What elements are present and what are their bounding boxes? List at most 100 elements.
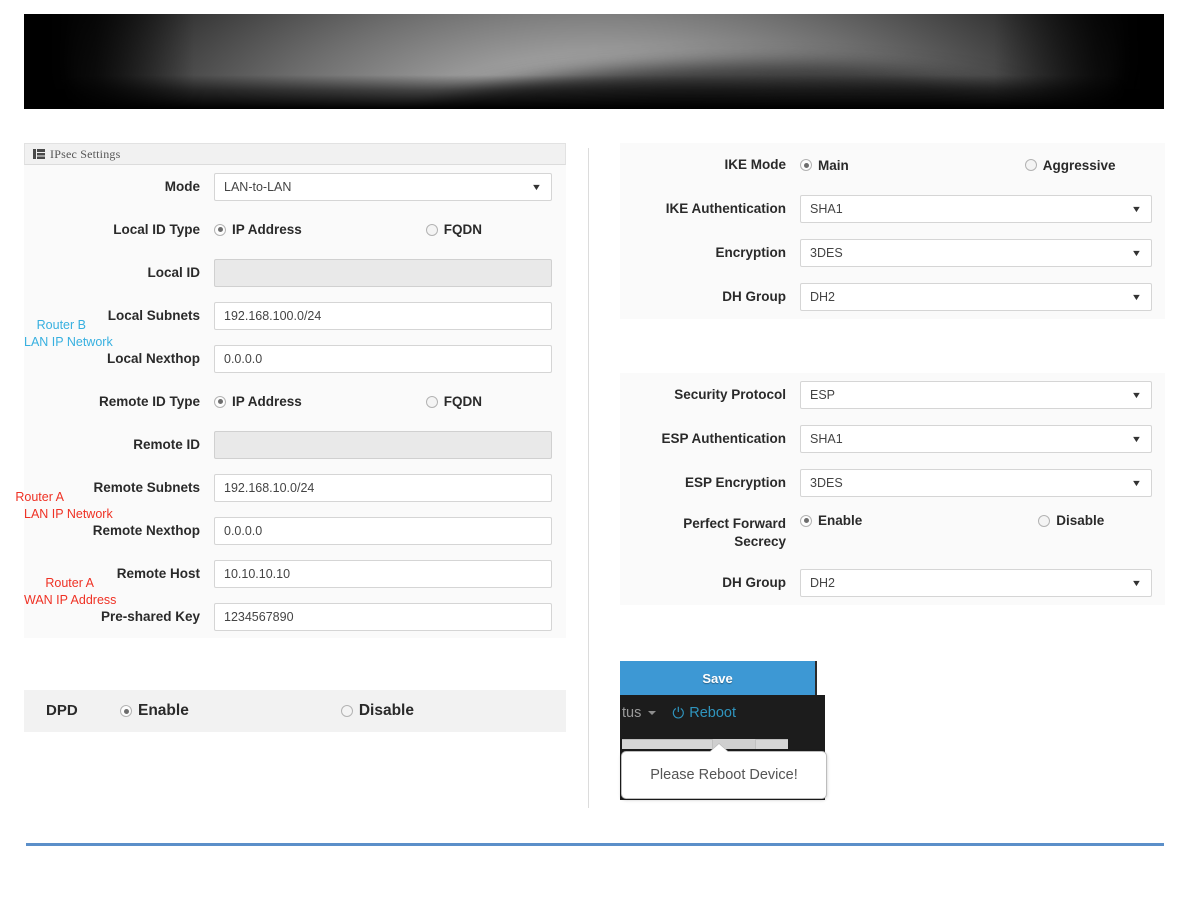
- label-esp-encryption-wrap: ESP Encryption: [620, 474, 800, 492]
- row-mode: Mode LAN-to-LAN ▼: [24, 165, 566, 208]
- card-title: IPsec Settings: [50, 146, 121, 161]
- label-mode: Mode: [164, 178, 200, 194]
- ike-section: IKE Mode Main Aggressive IKE Authenticat…: [620, 143, 1165, 319]
- label-remote-subnets: Remote Subnets: [93, 479, 200, 495]
- field-local-id: [214, 258, 566, 287]
- field-dpd: Enable Disable: [120, 702, 566, 720]
- radio-local-id-type-ip[interactable]: IP Address: [214, 222, 302, 237]
- reboot-link[interactable]: Reboot: [689, 705, 736, 721]
- power-icon: ⏻: [672, 704, 685, 722]
- remote-nexthop-input[interactable]: [214, 516, 552, 545]
- radio-remote-id-type-ip[interactable]: IP Address: [214, 394, 302, 409]
- local-id-input[interactable]: [214, 258, 552, 287]
- field-local-id-type: IP Address FQDN: [214, 222, 566, 237]
- label-local-subnets-wrap: Router B LAN IP Network Local Subnets: [24, 307, 214, 349]
- local-subnets-input[interactable]: [214, 301, 552, 330]
- psk-input[interactable]: [214, 602, 552, 631]
- row-pfs: Perfect Forward Secrecy Enable Disable: [620, 505, 1165, 561]
- field-esp-encryption: 3DES ▼: [800, 469, 1165, 497]
- label-remote-id-type: Remote ID Type: [98, 393, 200, 409]
- label-security-protocol: Security Protocol: [674, 387, 786, 402]
- chevron-down-icon: ▼: [1130, 390, 1143, 400]
- navbar-row: tus ⏻ Reboot: [620, 697, 736, 729]
- field-pfs: Enable Disable: [800, 513, 1165, 528]
- ike-auth-select[interactable]: SHA1 ▼: [800, 195, 1152, 223]
- field-ike-auth: SHA1 ▼: [800, 195, 1165, 223]
- radio-remote-id-type-fqdn[interactable]: FQDN: [425, 394, 483, 409]
- field-security-protocol: ESP ▼: [800, 381, 1165, 409]
- row-esp-auth: ESP Authentication SHA1 ▼: [620, 417, 1165, 461]
- radio-ike-mode-main[interactable]: Main: [800, 158, 849, 173]
- label-encryption-wrap: Encryption: [620, 244, 800, 262]
- radio-dot-icon: [800, 514, 812, 527]
- save-button[interactable]: Save: [620, 661, 817, 695]
- dh-group-ike-value: DH2: [810, 290, 836, 304]
- status-menu-label[interactable]: tus: [622, 705, 641, 721]
- label-ike-auth: IKE Authentication: [665, 201, 786, 216]
- remote-host-input[interactable]: [214, 559, 552, 588]
- security-protocol-select[interactable]: ESP ▼: [800, 381, 1152, 409]
- chevron-down-icon: ▼: [1130, 292, 1143, 302]
- chevron-down-icon: [648, 711, 657, 715]
- field-remote-id: [214, 430, 566, 459]
- note-remote-host-router: Router A: [45, 575, 94, 590]
- label-remote-nexthop: Remote Nexthop: [92, 522, 200, 538]
- row-local-id-type: Local ID Type IP Address FQDN: [24, 208, 566, 251]
- row-dpd: DPD Enable Disable: [24, 690, 566, 732]
- local-nexthop-input[interactable]: [214, 344, 552, 373]
- field-psk: [214, 602, 566, 631]
- row-local-subnets: Router B LAN IP Network Local Subnets: [24, 294, 566, 349]
- mode-select[interactable]: LAN-to-LAN ▼: [214, 172, 552, 201]
- dh-group-pfs-select[interactable]: DH2 ▼: [800, 569, 1152, 597]
- radio-label: Main: [818, 157, 849, 173]
- mode-select-value: LAN-to-LAN: [224, 179, 292, 194]
- encryption-select[interactable]: 3DES ▼: [800, 239, 1152, 267]
- radio-label: IP Address: [232, 222, 302, 237]
- label-esp-auth: ESP Authentication: [661, 431, 786, 446]
- esp-auth-value: SHA1: [810, 432, 843, 446]
- label-pfs-line1: Perfect Forward: [683, 516, 786, 531]
- field-dh-group-pfs: DH2 ▼: [800, 569, 1165, 597]
- label-dpd-wrap: DPD: [24, 702, 120, 720]
- panel-divider: [588, 148, 589, 808]
- label-local-id-type-wrap: Local ID Type: [24, 221, 214, 239]
- radio-dpd-enable[interactable]: Enable: [120, 702, 189, 720]
- radio-ike-mode-aggressive[interactable]: Aggressive: [1024, 158, 1116, 173]
- radio-pfs-disable[interactable]: Disable: [1038, 513, 1104, 528]
- radio-pfs-enable[interactable]: Enable: [800, 513, 862, 528]
- footer-rule: [26, 843, 1164, 846]
- field-esp-auth: SHA1 ▼: [800, 425, 1165, 453]
- chevron-down-icon: ▼: [530, 181, 543, 192]
- label-security-protocol-wrap: Security Protocol: [620, 386, 800, 404]
- radio-dot-icon: [120, 705, 132, 717]
- remote-subnets-input[interactable]: [214, 473, 552, 502]
- dh-group-pfs-value: DH2: [810, 576, 836, 590]
- chevron-down-icon: ▼: [1130, 478, 1143, 488]
- radio-dot-icon: [340, 705, 353, 717]
- radio-label: FQDN: [443, 394, 483, 409]
- field-local-nexthop: [214, 344, 566, 373]
- radio-local-id-type-fqdn[interactable]: FQDN: [425, 222, 483, 237]
- label-esp-encryption: ESP Encryption: [684, 475, 786, 490]
- radio-dot-icon: [214, 395, 226, 408]
- ipsec-crypto-panel: IKE Mode Main Aggressive IKE Authenticat…: [620, 143, 1165, 605]
- label-dh-group-pfs: DH Group: [722, 575, 786, 590]
- label-dh-group-ike: DH Group: [722, 289, 786, 304]
- label-pfs-wrap: Perfect Forward Secrecy: [620, 515, 800, 551]
- row-ike-auth: IKE Authentication SHA1 ▼: [620, 187, 1165, 231]
- esp-encryption-value: 3DES: [810, 476, 843, 490]
- row-security-protocol: Security Protocol ESP ▼: [620, 373, 1165, 417]
- save-button-wrap: Save: [620, 661, 817, 695]
- radio-label: FQDN: [443, 222, 483, 237]
- dh-group-ike-select[interactable]: DH2 ▼: [800, 283, 1152, 311]
- radio-dpd-disable[interactable]: Disable: [340, 702, 414, 720]
- row-dh-group-ike: DH Group DH2 ▼: [620, 275, 1165, 319]
- label-remote-id: Remote ID: [133, 436, 200, 452]
- esp-encryption-select[interactable]: 3DES ▼: [800, 469, 1152, 497]
- remote-id-input[interactable]: [214, 430, 552, 459]
- note-remote-host-wan: WAN IP Address: [24, 592, 117, 607]
- note-remote-subnets-router: Router A: [15, 489, 64, 504]
- row-remote-subnets: Router A LAN IP Network Remote Subnets: [15, 466, 566, 521]
- esp-auth-select[interactable]: SHA1 ▼: [800, 425, 1152, 453]
- label-local-nexthop-wrap: Local Nexthop: [24, 350, 214, 368]
